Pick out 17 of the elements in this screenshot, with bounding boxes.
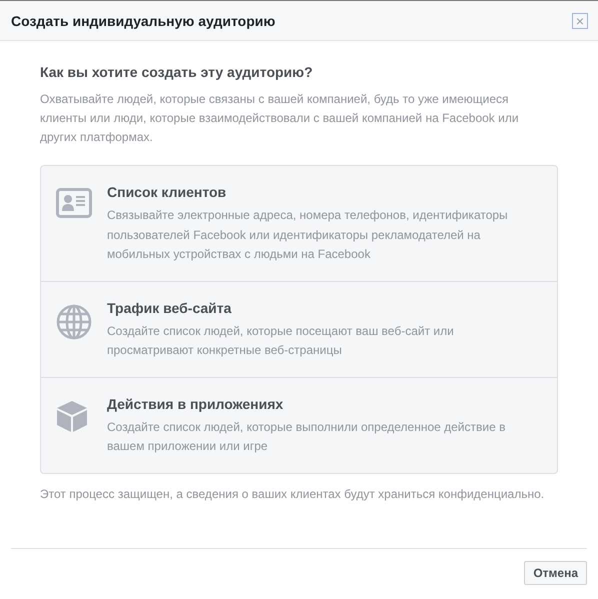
option-description: Связывайте электронные адреса, номера телефонов, идентификаторы пользователей Facebook или идентификаторы рекламодателей на мобильных устройствах с людьми на Facebook [107, 207, 509, 263]
cube-icon [56, 400, 88, 432]
option-title: Трафик веб-сайта [107, 300, 232, 316]
globe-icon [56, 304, 92, 340]
dialog-title: Создать индивидуальную аудиторию [11, 12, 276, 28]
privacy-note: Этот процесс защищен, а сведения о ваших клиентах будут храниться конфиденциально. [40, 486, 546, 500]
audience-option[interactable]: Трафик веб-сайта Создайте список людей, которые посещают ваш веб-сайт или просматривают конкретные веб-страницы [41, 280, 557, 376]
audience-option[interactable]: Список клиентов Связывайте электронные адреса, номера телефонов, идентификаторы пользователей Facebook или идентификаторы рекламодателей на мобильных устройствах с людьми на Facebook [41, 166, 557, 280]
option-description: Создайте список людей, которые посещают ваш веб-сайт или просматривают конкретные веб-страницы [107, 322, 455, 359]
option-title: Действия в приложениях [107, 396, 284, 412]
audience-option[interactable]: Действия в приложениях Создайте список людей, которые выполнили определенное действие в вашем приложении или игре [41, 376, 557, 472]
cancel-button[interactable]: Отмена [524, 560, 587, 584]
option-title: Список клиентов [107, 184, 228, 200]
intro-text: Охватывайте людей, которые связаны с вашей компанией, будь то уже имеющиеся клиенты или люди, которые взаимодействовали с вашей компанией на Facebook или других платформах. [40, 91, 520, 146]
question-heading: Как вы хотите создать эту аудиторию? [40, 64, 314, 80]
option-description: Создайте список людей, которые выполнили определенное действие в вашем приложении или игре [107, 418, 506, 455]
contact-card-icon [56, 188, 92, 218]
